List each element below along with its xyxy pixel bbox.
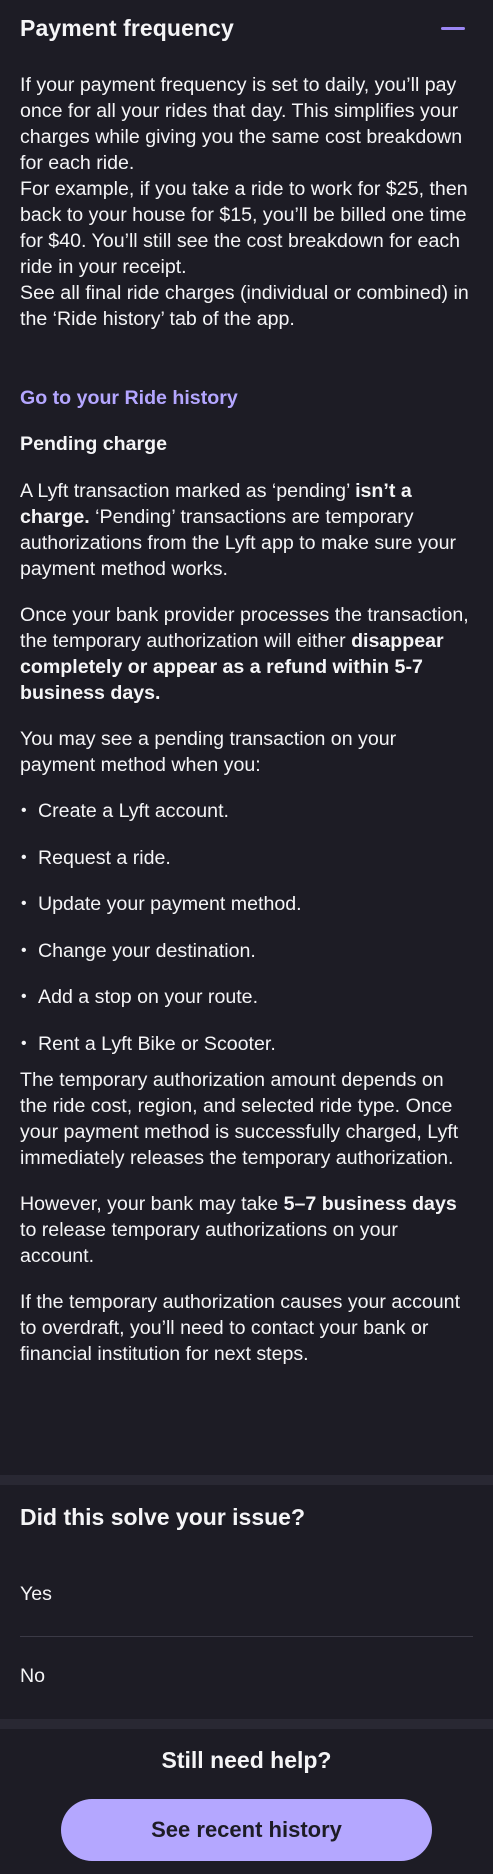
option-divider <box>20 1636 473 1637</box>
pending-intro-paragraph: A Lyft transaction marked as ‘pending’ i… <box>20 478 472 582</box>
section-divider <box>0 1719 493 1729</box>
bank-processing-paragraph: Once your bank provider processes the tr… <box>20 602 472 706</box>
list-item: Update your payment method. <box>20 891 472 917</box>
payment-frequency-header[interactable]: Payment frequency <box>20 10 473 46</box>
bank-delay-text: However, your bank may take <box>20 1192 284 1215</box>
feedback-no-option[interactable]: No <box>20 1665 45 1688</box>
bank-delay-rest: to release temporary authorizations on y… <box>20 1218 398 1267</box>
pending-intro-text: A Lyft transaction marked as ‘pending’ <box>20 480 356 502</box>
bank-delay-paragraph: However, your bank may take 5–7 business… <box>20 1191 472 1269</box>
list-item: Add a stop on your route. <box>20 984 472 1010</box>
see-recent-history-button[interactable]: See recent history <box>61 1799 432 1861</box>
help-article-page: Payment frequency If your payment freque… <box>0 0 493 1874</box>
authorization-amount-paragraph: The temporary authorization amount depen… <box>20 1068 459 1169</box>
pending-reasons-list: Create a Lyft account. Request a ride. U… <box>20 798 472 1057</box>
list-item: Change your destination. <box>20 938 472 964</box>
ride-history-link[interactable]: Go to your Ride history <box>20 385 472 411</box>
pending-when-paragraph: You may see a pending transaction on you… <box>20 728 397 776</box>
daily-frequency-paragraph: If your payment frequency is set to dail… <box>20 74 463 174</box>
feedback-yes-option[interactable]: Yes <box>20 1583 52 1606</box>
still-need-help-title: Still need help? <box>161 1747 332 1773</box>
bank-delay-bold: 5–7 business days <box>283 1192 457 1215</box>
example-paragraph: For example, if you take a ride to work … <box>20 178 468 278</box>
list-item: Rent a Lyft Bike or Scooter. <box>20 1031 472 1057</box>
overdraft-paragraph: If the temporary authorization causes yo… <box>20 1290 461 1365</box>
article-body: If your payment frequency is set to dail… <box>20 72 472 1367</box>
section-divider <box>0 1475 493 1485</box>
collapse-minus-icon[interactable] <box>441 26 465 30</box>
list-item: Create a Lyft account. <box>20 798 472 824</box>
ride-charges-paragraph: See all final ride charges (individual o… <box>20 282 469 330</box>
feedback-title: Did this solve your issue? <box>20 1504 306 1530</box>
section-title: Payment frequency <box>20 14 234 41</box>
list-item: Request a ride. <box>20 845 472 871</box>
pending-charge-heading: Pending charge <box>20 433 167 455</box>
